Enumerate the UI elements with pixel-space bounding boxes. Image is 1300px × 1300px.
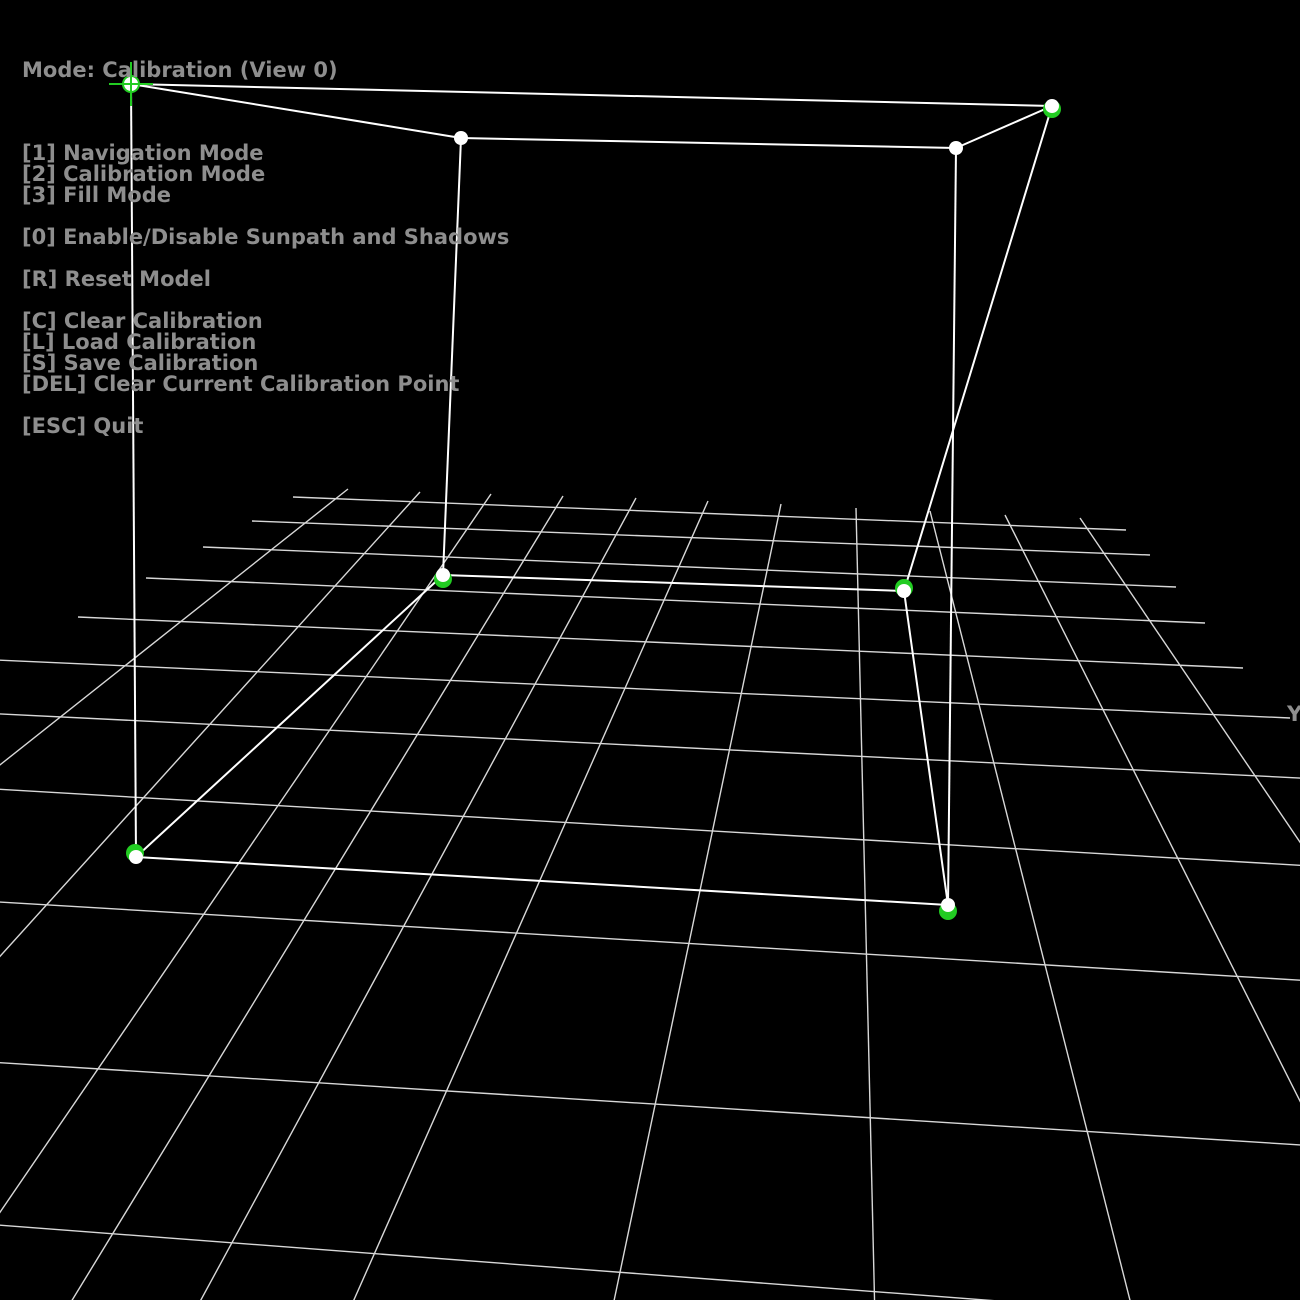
- vertex-marker: [897, 584, 911, 598]
- vertex-marker: [1045, 99, 1059, 113]
- menu-calibration-mode[interactable]: [2] Calibration Mode: [22, 164, 509, 185]
- menu-quit[interactable]: [ESC] Quit: [22, 416, 509, 437]
- wire-edge: [135, 574, 444, 858]
- grid-line: [202, 546, 1177, 588]
- grid-line: [0, 713, 1300, 779]
- grid-line: [292, 496, 1127, 531]
- grid-line: [353, 500, 709, 1300]
- vertex-marker: [941, 898, 955, 912]
- grid-line: [0, 901, 1300, 981]
- crosshair-cursor: [109, 62, 153, 106]
- box-wireframe: [130, 83, 1053, 906]
- vertex-marker: [129, 850, 143, 864]
- wire-edge: [903, 105, 1053, 592]
- grid-line: [0, 493, 492, 1214]
- menu-clear-calibration[interactable]: [C] Clear Calibration: [22, 311, 509, 332]
- menu-save-calibration[interactable]: [S] Save Calibration: [22, 353, 509, 374]
- wire-edge: [130, 83, 1053, 107]
- grid-line: [0, 1224, 995, 1300]
- menu-clear-point[interactable]: [DEL] Clear Current Calibration Point: [22, 374, 509, 395]
- grid-line: [145, 577, 1206, 624]
- menu-toggle-sunpath[interactable]: [0] Enable/Disable Sunpath and Shadows: [22, 227, 509, 248]
- menu-navigation-mode[interactable]: [1] Navigation Mode: [22, 143, 509, 164]
- wire-edge: [947, 147, 957, 906]
- menu-load-calibration[interactable]: [L] Load Calibration: [22, 332, 509, 353]
- grid-line: [200, 497, 637, 1300]
- calibration-point[interactable]: [126, 844, 144, 864]
- calibration-point[interactable]: [1043, 99, 1061, 118]
- wire-edge: [130, 83, 462, 139]
- grid-line: [613, 503, 782, 1300]
- grid-line: [71, 495, 564, 1300]
- grid-line: [0, 659, 1291, 719]
- vertex-marker: [949, 141, 963, 155]
- calibration-point[interactable]: [434, 568, 452, 588]
- wire-edge: [135, 856, 949, 906]
- calibration-point[interactable]: [895, 579, 913, 598]
- grid-line: [0, 788, 1300, 867]
- wire-edge: [955, 105, 1053, 149]
- calibration-point[interactable]: [939, 898, 957, 920]
- y-axis-label: Y: [1287, 702, 1300, 726]
- grid-line: [929, 510, 1131, 1300]
- grid-line: [0, 491, 421, 958]
- menu-reset-model[interactable]: [R] Reset Model: [22, 269, 509, 290]
- menu-fill-mode[interactable]: [3] Fill Mode: [22, 185, 509, 206]
- ground-grid: [0, 488, 1300, 1300]
- calibration-point[interactable]: [949, 141, 963, 155]
- vertex-marker: [436, 568, 450, 582]
- grid-line: [0, 488, 349, 766]
- wire-edge: [903, 590, 949, 906]
- grid-line: [855, 507, 876, 1300]
- grid-line: [77, 616, 1244, 669]
- wire-edge: [460, 137, 957, 149]
- grid-line: [1004, 514, 1300, 1103]
